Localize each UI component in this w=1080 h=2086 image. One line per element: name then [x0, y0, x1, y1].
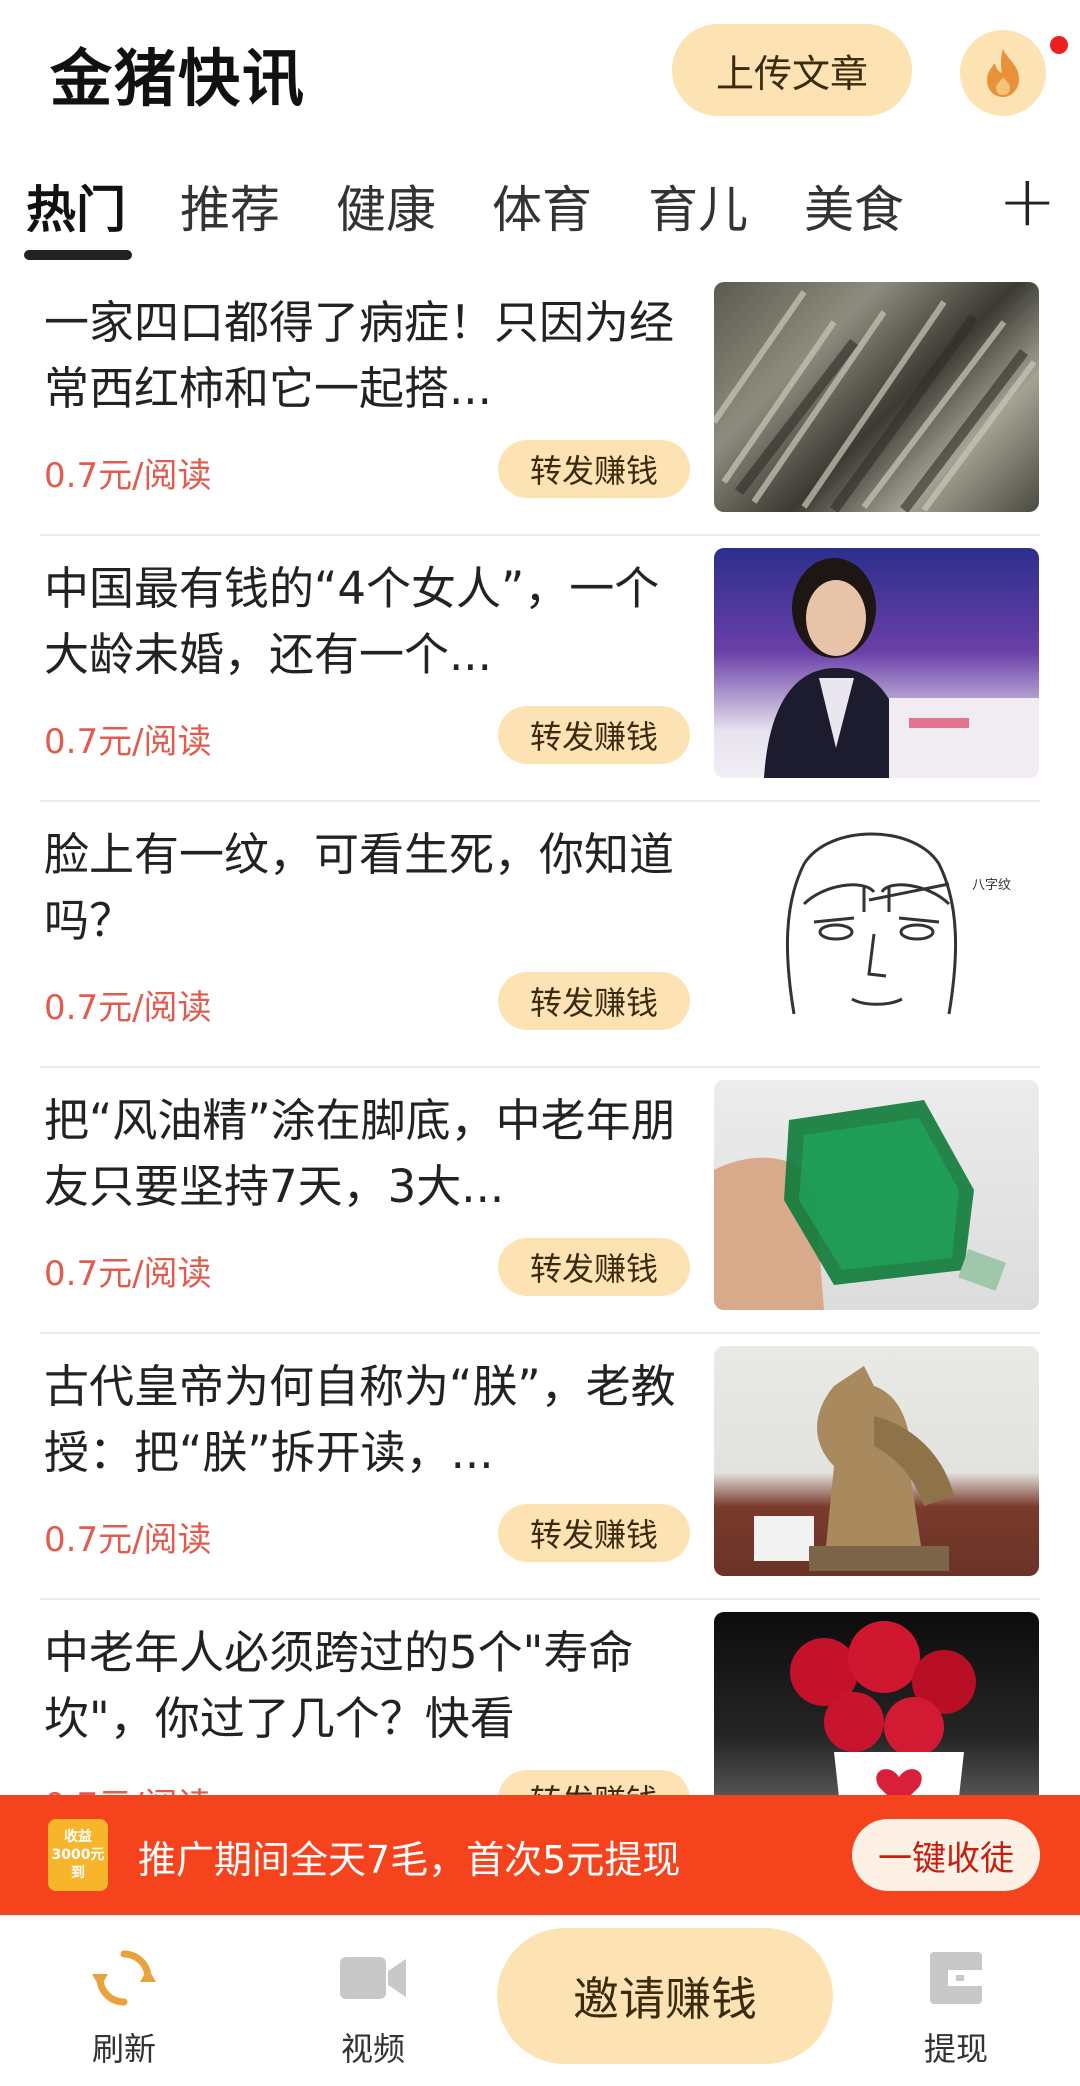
article-item[interactable]: 中国最有钱的“4个女人”，一个大龄未婚，还有一个... 0.7元/阅读 转发赚钱: [0, 536, 1080, 802]
article-thumbnail[interactable]: [714, 1612, 1039, 1795]
share-earn-button[interactable]: 转发赚钱: [498, 440, 690, 498]
tab-health[interactable]: 健康: [336, 170, 436, 242]
badge-top: 收益: [64, 1829, 92, 1845]
nav-refresh[interactable]: 刷新: [54, 1942, 194, 2070]
badge-amount: 3000元: [51, 1847, 105, 1863]
hot-button[interactable]: [960, 30, 1046, 116]
article-thumbnail[interactable]: [714, 548, 1039, 778]
promo-banner[interactable]: 收益 3000元 到 推广期间全天7毛，首次5元提现 一键收徒: [0, 1795, 1080, 1915]
article-title[interactable]: 把“风油精”涂在脚底，中老年朋友只要坚持7天，3大...: [44, 1088, 694, 1220]
withdraw-icon: [920, 1942, 992, 2014]
reward-rate: 0.7元/阅读: [44, 456, 212, 496]
tab-food[interactable]: 美食: [804, 170, 904, 242]
nav-video[interactable]: 视频: [303, 1942, 443, 2070]
tab-parenting[interactable]: 育儿: [648, 170, 748, 242]
app-title: 金猪快讯: [50, 42, 307, 115]
category-tabs: 热门 推荐 健康 体育 育儿 美食 +: [0, 160, 1080, 260]
article-thumbnail[interactable]: [714, 282, 1039, 512]
article-item[interactable]: 古代皇帝为何自称为“朕”，老教授：把“朕”拆开读，... 0.7元/阅读 转发赚…: [0, 1334, 1080, 1600]
reward-rate: 0.7元/阅读: [44, 1520, 212, 1560]
promo-text: 推广期间全天7毛，首次5元提现: [138, 1838, 681, 1882]
tab-recommend[interactable]: 推荐: [180, 170, 280, 242]
share-earn-button[interactable]: 转发赚钱: [498, 706, 690, 764]
article-item[interactable]: 脸上有一纹，可看生死，你知道吗？ 0.7元/阅读 转发赚钱 八字纹: [0, 802, 1080, 1068]
article-title[interactable]: 一家四口都得了病症！只因为经常西红柿和它一起搭...: [44, 290, 694, 422]
share-earn-button[interactable]: 转发赚钱: [498, 972, 690, 1030]
tab-sports[interactable]: 体育: [492, 170, 592, 242]
face-sketch-image: [785, 832, 958, 1015]
nav-video-label: 视频: [340, 2030, 405, 2068]
article-thumbnail[interactable]: [714, 1346, 1039, 1576]
reward-rate: 0.7元/阅读: [44, 722, 212, 762]
share-earn-button[interactable]: 转发赚钱: [498, 1238, 690, 1296]
reward-rate: 0.7元/阅读: [44, 1254, 212, 1294]
article-item[interactable]: 一家四口都得了病症！只因为经常西红柿和它一起搭... 0.7元/阅读 转发赚钱: [0, 270, 1080, 536]
bottom-navigation: 刷新 视频 邀请赚钱 提现: [0, 1915, 1080, 2086]
green-bottle-image: [714, 1100, 1006, 1310]
earnings-badge-icon: 收益 3000元 到: [48, 1819, 108, 1891]
article-title[interactable]: 中国最有钱的“4个女人”，一个大龄未婚，还有一个...: [44, 556, 694, 688]
add-tab-button[interactable]: +: [998, 160, 1057, 242]
article-item[interactable]: 把“风油精”涂在脚底，中老年朋友只要坚持7天，3大... 0.7元/阅读 转发赚…: [0, 1068, 1080, 1334]
article-thumbnail[interactable]: 八字纹: [714, 814, 1039, 1044]
article-thumbnail[interactable]: [714, 1080, 1039, 1310]
video-camera-icon: [337, 1942, 409, 2014]
article-title[interactable]: 中老年人必须跨过的5个"寿命坎"，你过了几个？快看: [44, 1620, 694, 1752]
dried-fish-image: [714, 290, 1037, 512]
article-title[interactable]: 古代皇帝为何自称为“朕”，老教授：把“朕”拆开读，...: [44, 1354, 694, 1486]
share-earn-button[interactable]: 转发赚钱: [498, 1770, 690, 1795]
reward-rate: 0.7元/阅读: [44, 1778, 212, 1795]
article-title[interactable]: 脸上有一纹，可看生死，你知道吗？: [44, 822, 694, 954]
active-tab-indicator: [24, 250, 132, 260]
statue-image: [754, 1366, 954, 1571]
roses-cup-image: [790, 1621, 976, 1795]
nav-withdraw[interactable]: 提现: [886, 1942, 1026, 2070]
nav-refresh-label: 刷新: [91, 2030, 156, 2068]
badge-bottom: 到: [71, 1865, 85, 1881]
refresh-icon: [88, 1942, 160, 2014]
woman-speaker-image: [764, 558, 1039, 778]
thumb-caption: 八字纹: [972, 878, 1012, 893]
article-feed[interactable]: 一家四口都得了病症！只因为经常西红柿和它一起搭... 0.7元/阅读 转发赚钱 …: [0, 270, 1080, 1795]
fire-icon: [987, 49, 1019, 97]
invite-earn-button[interactable]: 邀请赚钱: [497, 1928, 833, 2064]
nav-withdraw-label: 提现: [923, 2030, 988, 2068]
reward-rate: 0.7元/阅读: [44, 988, 212, 1028]
tab-hot[interactable]: 热门: [26, 170, 126, 242]
app-header: 金猪快讯 上传文章: [0, 0, 1080, 150]
notification-dot: [1050, 36, 1068, 54]
upload-article-button[interactable]: 上传文章: [672, 24, 912, 116]
share-earn-button[interactable]: 转发赚钱: [498, 1504, 690, 1562]
recruit-apprentice-button[interactable]: 一键收徒: [852, 1819, 1040, 1891]
article-item[interactable]: 中老年人必须跨过的5个"寿命坎"，你过了几个？快看 0.7元/阅读 转发赚钱: [0, 1600, 1080, 1795]
